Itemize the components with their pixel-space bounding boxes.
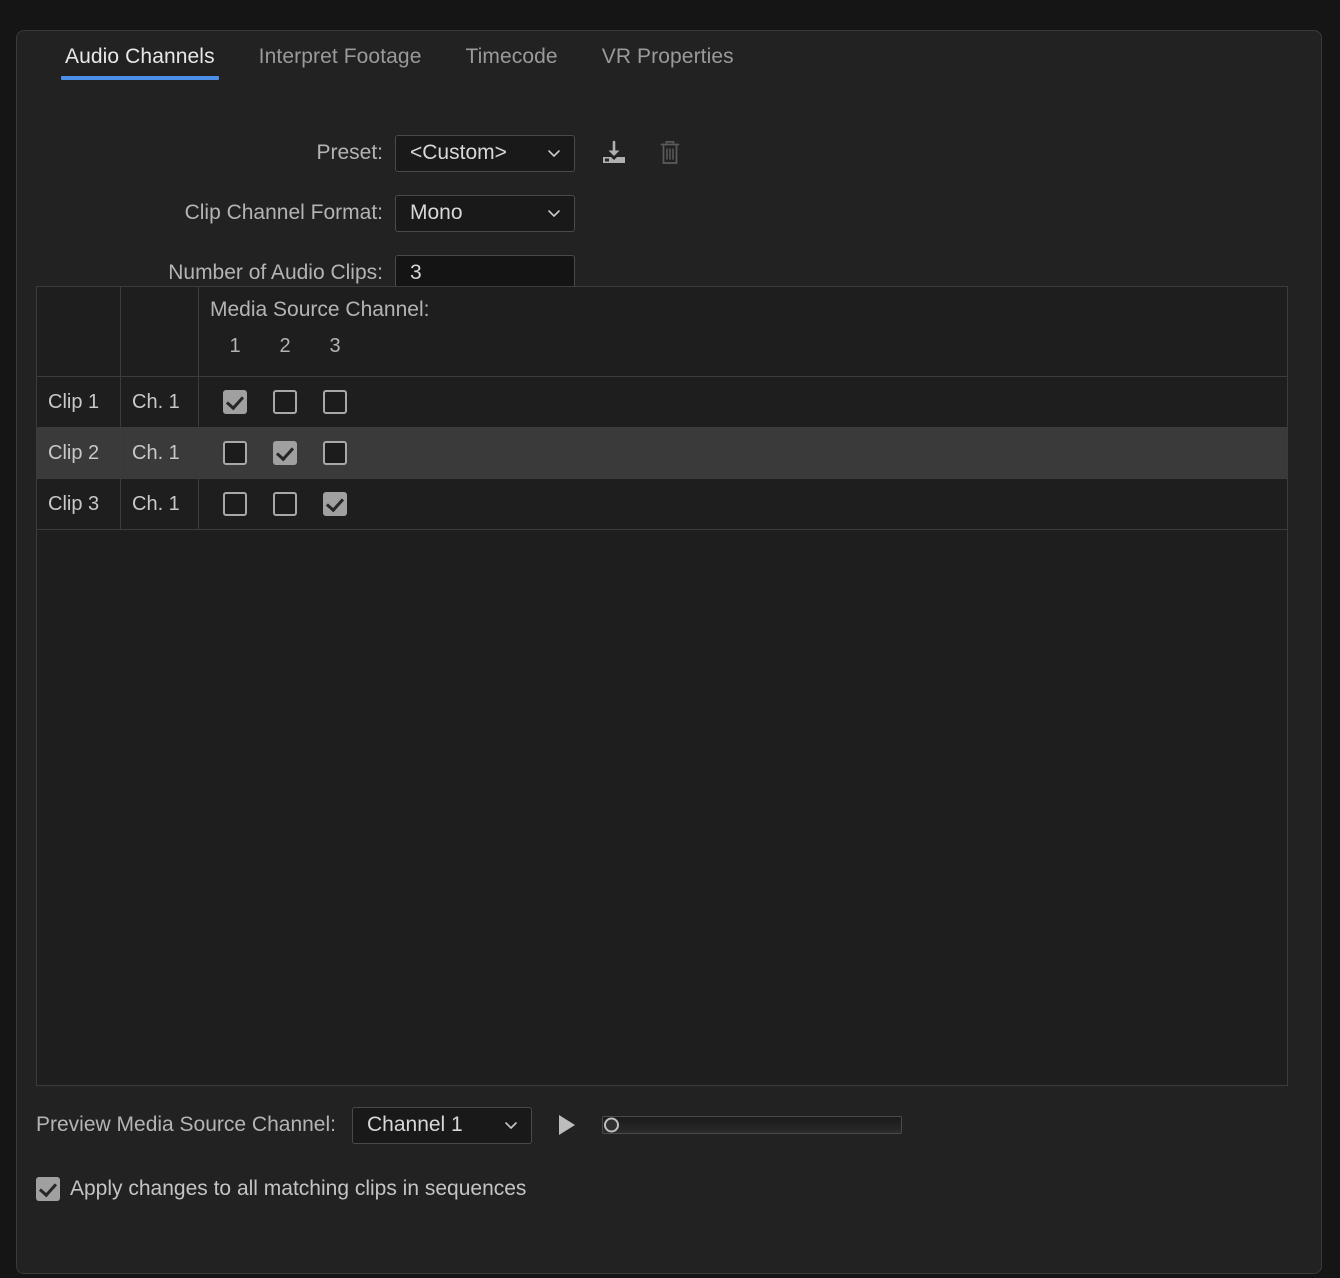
tab-audio-channels[interactable]: Audio Channels [43, 31, 237, 80]
checkbox-cell [210, 441, 260, 465]
preset-row: Preset: <Custom> [17, 123, 1321, 183]
media-source-channel-title: Media Source Channel: [210, 298, 430, 321]
apply-changes-checkbox[interactable] [36, 1177, 60, 1201]
clip-channel-format-dropdown[interactable]: Mono [395, 194, 575, 232]
tab-vr-properties[interactable]: VR Properties [580, 31, 756, 69]
preset-label: Preset: [316, 141, 383, 164]
clip-label: Clip 1 [37, 377, 121, 427]
preview-channel-dropdown[interactable]: Channel 1 [352, 1106, 532, 1144]
table-row[interactable]: Clip 3 Ch. 1 [37, 479, 1287, 530]
channel-label: Ch. 1 [121, 377, 199, 427]
tab-audio-channels-label: Audio Channels [65, 45, 215, 68]
checkbox-cell [310, 390, 360, 414]
apply-changes-label: Apply changes to all matching clips in s… [70, 1177, 527, 1200]
source-channel-checkbox-3[interactable] [323, 492, 347, 516]
play-preview-button[interactable] [550, 1108, 584, 1142]
row-checkboxes [199, 479, 1287, 529]
clip-channel-format-label: Clip Channel Format: [184, 201, 383, 224]
checkbox-cell [260, 441, 310, 465]
table-header: Media Source Channel: 1 2 3 [37, 287, 1287, 377]
channel-label: Ch. 1 [121, 428, 199, 478]
column-number-2: 2 [279, 335, 291, 357]
source-channel-checkbox-3[interactable] [323, 390, 347, 414]
channel-mapping-table: Media Source Channel: 1 2 3 Clip 1 Ch. 1 [36, 286, 1288, 1086]
table-header-blank-channel [121, 287, 199, 376]
source-channel-checkbox-1[interactable] [223, 492, 247, 516]
table-row[interactable]: Clip 2 Ch. 1 [37, 428, 1287, 479]
clip-channel-format-row: Clip Channel Format: Mono [17, 183, 1321, 243]
tab-interpret-footage-label: Interpret Footage [258, 45, 422, 68]
clip-label: Clip 2 [37, 428, 121, 478]
preset-value: <Custom> [410, 141, 507, 164]
preview-channel-value: Channel 1 [367, 1113, 463, 1136]
trash-icon [660, 141, 680, 164]
active-tab-underline [61, 76, 219, 80]
column-number-1: 1 [229, 335, 241, 357]
source-channel-checkbox-1[interactable] [223, 441, 247, 465]
save-preset-button[interactable] [597, 136, 631, 170]
chevron-down-icon [505, 1122, 517, 1129]
source-channel-checkbox-1[interactable] [223, 390, 247, 414]
preview-media-source-channel-label: Preview Media Source Channel: [36, 1113, 336, 1136]
source-channel-checkbox-2[interactable] [273, 390, 297, 414]
bottom-controls: Preview Media Source Channel: Channel 1 … [36, 1103, 1288, 1201]
number-of-audio-clips-label: Number of Audio Clips: [168, 261, 383, 284]
tab-timecode[interactable]: Timecode [443, 31, 579, 69]
audio-channels-form: Preset: <Custom> Clip Channel Format: Mo… [17, 123, 1321, 303]
source-channel-checkbox-3[interactable] [323, 441, 347, 465]
save-preset-icon [603, 140, 625, 163]
column-number-3: 3 [329, 335, 341, 357]
preview-scrubber[interactable] [602, 1116, 902, 1134]
chevron-down-icon [548, 210, 560, 217]
tab-bar: Audio Channels Interpret Footage Timecod… [17, 31, 1321, 87]
checkbox-cell [260, 390, 310, 414]
row-checkboxes [199, 428, 1287, 478]
apply-changes-row[interactable]: Apply changes to all matching clips in s… [36, 1177, 1288, 1201]
source-channel-checkbox-2[interactable] [273, 492, 297, 516]
checkbox-cell [310, 441, 360, 465]
tab-interpret-footage[interactable]: Interpret Footage [237, 31, 444, 69]
preview-row: Preview Media Source Channel: Channel 1 [36, 1103, 1288, 1147]
tab-timecode-label: Timecode [465, 45, 558, 68]
clip-label: Clip 3 [37, 479, 121, 529]
checkbox-cell [210, 390, 260, 414]
tab-vr-properties-label: VR Properties [601, 45, 734, 68]
chevron-down-icon [548, 150, 560, 157]
table-row[interactable]: Clip 1 Ch. 1 [37, 377, 1287, 428]
delete-preset-button[interactable] [653, 136, 687, 170]
row-checkboxes [199, 377, 1287, 427]
preview-scrubber-handle[interactable] [604, 1117, 619, 1133]
checkbox-cell [260, 492, 310, 516]
checkbox-cell [210, 492, 260, 516]
checkbox-cell [310, 492, 360, 516]
column-numbers: 1 2 3 [210, 335, 360, 358]
modify-clip-panel: Audio Channels Interpret Footage Timecod… [16, 30, 1322, 1274]
source-channel-checkbox-2[interactable] [273, 441, 297, 465]
channel-label: Ch. 1 [121, 479, 199, 529]
table-header-blank-clip [37, 287, 121, 376]
clip-channel-format-value: Mono [410, 201, 463, 224]
play-icon [559, 1115, 575, 1135]
preset-dropdown[interactable]: <Custom> [395, 134, 575, 172]
table-header-media-source: Media Source Channel: 1 2 3 [199, 287, 1287, 376]
